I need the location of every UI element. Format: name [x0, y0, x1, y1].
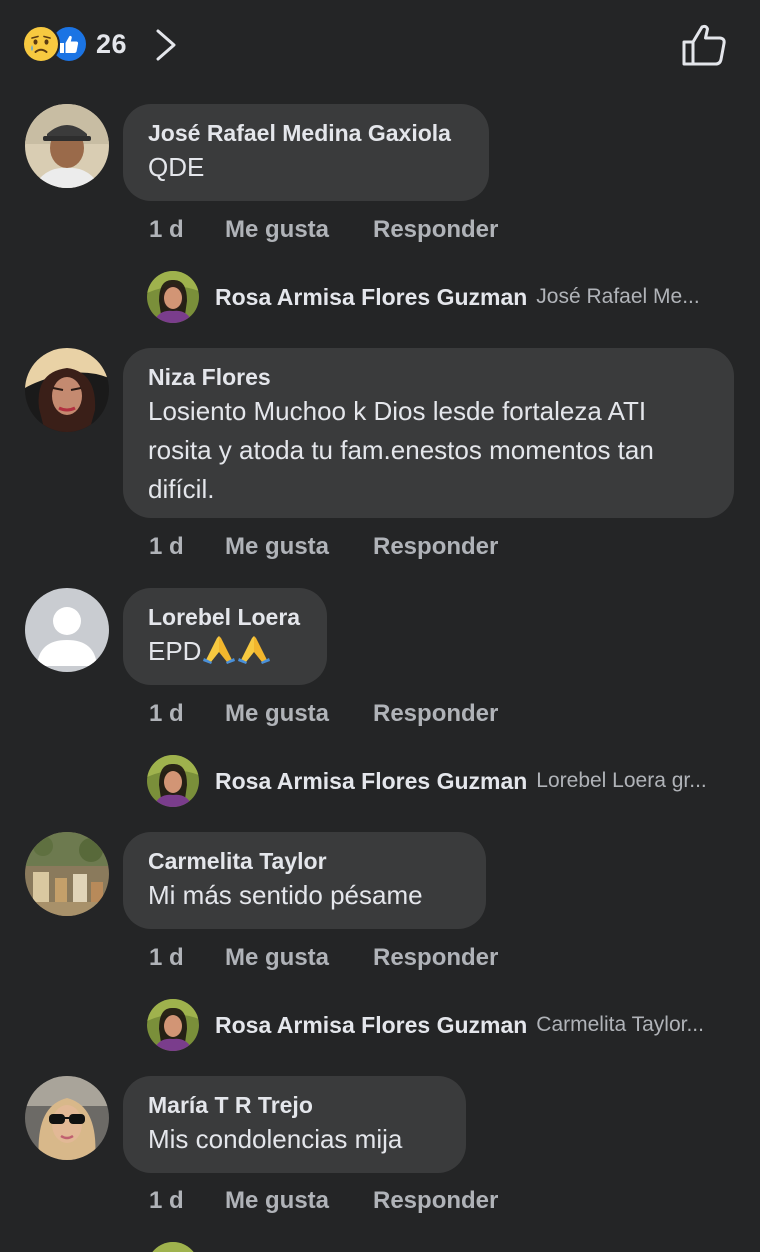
reaction-count: 26 [96, 28, 128, 59]
reply-button[interactable]: Responder [373, 944, 498, 972]
comment-text: EPD [148, 636, 202, 666]
folded-hands-icon [202, 634, 236, 675]
comment-actions: 1 d Me gusta Responder [149, 530, 498, 564]
reply-snippet: José Rafael Me... [536, 285, 700, 308]
avatar[interactable] [25, 1076, 109, 1160]
avatar[interactable] [25, 348, 109, 432]
chevron-right-icon[interactable] [152, 28, 180, 62]
comment-author[interactable]: Carmelita Taylor [148, 846, 461, 876]
comment-bubble[interactable]: Carmelita Taylor Mi más sentido pésame [123, 832, 486, 929]
comment-actions: 1 d Me gusta Responder [149, 1184, 498, 1218]
folded-hands-icon [237, 634, 271, 675]
comment-time[interactable]: 1 d [149, 700, 225, 728]
avatar[interactable] [25, 832, 109, 916]
like-button[interactable]: Me gusta [225, 944, 373, 972]
reply-button[interactable]: Responder [373, 216, 498, 244]
comment-time[interactable]: 1 d [149, 944, 225, 972]
comment-bubble[interactable]: José Rafael Medina Gaxiola QDE [123, 104, 489, 201]
reactions-header: 26 [0, 0, 760, 90]
reply-avatar [147, 271, 199, 323]
reply-avatar [147, 1242, 199, 1252]
comment-author[interactable]: Niza Flores [148, 362, 709, 392]
comments-screen: 26 José Rafael Medina Gaxiola QDE 1 d Me… [0, 0, 760, 1252]
comment-author[interactable]: José Rafael Medina Gaxiola [148, 118, 464, 148]
reply-button[interactable]: Responder [373, 533, 498, 561]
like-button[interactable]: Me gusta [225, 1187, 373, 1215]
like-outline-icon[interactable] [680, 22, 728, 68]
reply-preview[interactable]: Rosa Armisa Flores Guzman Carmelita Tayl… [147, 999, 747, 1051]
comment-text-line: EPD [148, 632, 302, 675]
reply-avatar [147, 999, 199, 1051]
comment-text: QDE [148, 152, 205, 182]
reply-preview[interactable]: Rosa Armisa Flores Guzman José Rafael Me… [147, 271, 747, 323]
like-button[interactable]: Me gusta [225, 216, 373, 244]
reactions-summary[interactable]: 26 [22, 25, 128, 63]
comment-time[interactable]: 1 d [149, 216, 225, 244]
comment-time[interactable]: 1 d [149, 533, 225, 561]
like-button[interactable]: Me gusta [225, 533, 373, 561]
reply-snippet: Lorebel Loera gr... [536, 769, 707, 792]
comment-author[interactable]: María T R Trejo [148, 1090, 441, 1120]
comment-actions: 1 d Me gusta Responder [149, 941, 498, 975]
comment-time[interactable]: 1 d [149, 1187, 225, 1215]
reply-button[interactable]: Responder [373, 1187, 498, 1215]
comment-actions: 1 d Me gusta Responder [149, 697, 498, 731]
reply-button[interactable]: Responder [373, 700, 498, 728]
avatar[interactable] [25, 588, 109, 672]
reply-author[interactable]: Rosa Armisa Flores Guzman [215, 284, 527, 311]
reply-snippet: Carmelita Taylor... [536, 1013, 704, 1036]
comment-actions: 1 d Me gusta Responder [149, 213, 498, 247]
comment-author[interactable]: Lorebel Loera [148, 602, 302, 632]
comment-bubble[interactable]: María T R Trejo Mis condolencias mija [123, 1076, 466, 1173]
reply-author[interactable]: Rosa Armisa Flores Guzman [215, 1012, 527, 1039]
avatar[interactable] [25, 104, 109, 188]
reply-author[interactable]: Rosa Armisa Flores Guzman [215, 768, 527, 795]
comment-text: Mi más sentido pésame [148, 880, 423, 910]
comment-bubble[interactable]: Niza Flores Losiento Muchoo k Dios lesde… [123, 348, 734, 518]
sad-face-icon [22, 25, 60, 63]
like-button[interactable]: Me gusta [225, 700, 373, 728]
reply-preview[interactable]: Rosa Armisa Flores Guzman Lorebel Loera … [147, 755, 747, 807]
reply-avatar [147, 755, 199, 807]
comment-bubble[interactable]: Lorebel Loera EPD [123, 588, 327, 685]
comment-text: Mis condolencias mija [148, 1124, 403, 1154]
comment-text: Losiento Muchoo k Dios lesde fortaleza A… [148, 396, 654, 504]
